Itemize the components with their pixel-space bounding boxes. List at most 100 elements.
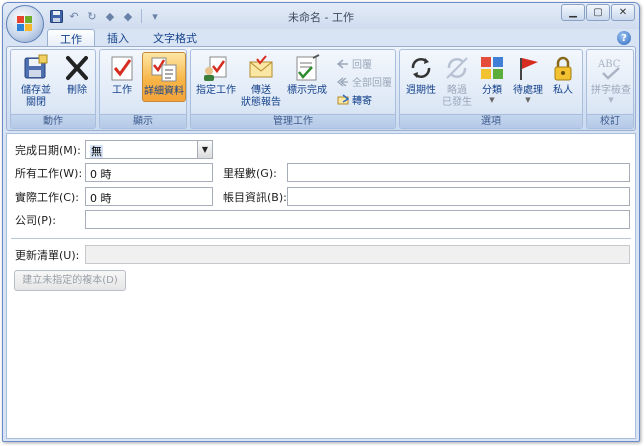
forward-label: 轉寄 (352, 96, 372, 107)
reply-icon (337, 58, 348, 69)
chevron-down-icon[interactable]: ▼ (197, 141, 212, 158)
ribbon: 儲存並 關閉 刪除 動作 工作 詳細資料 顯示 指定工作 傳送 狀態報告 標示完… (6, 46, 636, 131)
group-label-actions: 動作 (11, 114, 95, 128)
private-label: 私人 (553, 85, 573, 96)
follow-up-flag-icon (514, 54, 542, 82)
form-divider (11, 238, 631, 239)
update-list-label: 更新清單(U): (15, 249, 80, 262)
actual-work-label: 實際工作(C): (15, 191, 79, 204)
send-status-label: 傳送 狀態報告 (241, 85, 281, 108)
reply-button[interactable]: 回覆 (337, 56, 372, 71)
details-button[interactable]: 詳細資料 (142, 52, 186, 102)
quick-access-toolbar: ↶ ↻ ◆ ◆ ▾ (49, 8, 162, 24)
office-logo-icon (17, 16, 33, 32)
delete-label: 刪除 (67, 85, 87, 96)
tab-insert[interactable]: 插入 (95, 29, 141, 47)
total-work-label: 所有工作(W): (15, 167, 83, 180)
follow-up-button[interactable]: 待處理 ▼ (510, 54, 546, 104)
reply-all-label: 全部回覆 (352, 78, 392, 89)
recurrence-icon (407, 54, 435, 82)
down-icon[interactable]: ◆ (121, 9, 135, 23)
company-field[interactable] (85, 210, 630, 229)
mark-complete-icon (293, 54, 321, 82)
task-details-form: 完成日期(M): 無 ▼ 所有工作(W): 0 時 里程數(G): 實際工作(C… (6, 133, 636, 439)
redo-icon[interactable]: ↻ (85, 9, 99, 23)
assign-task-button[interactable]: 指定工作 (195, 54, 237, 97)
window-controls: ▁ ▢ ✕ (561, 4, 635, 21)
spelling-button[interactable]: ABC 拼字檢查 ▼ (589, 54, 633, 104)
mark-complete-label: 標示完成 (287, 85, 327, 96)
actual-work-field[interactable]: 0 時 (85, 187, 213, 206)
ribbon-tabs: 工作 插入 文字格式 (47, 29, 209, 47)
app-window: 未命名 - 工作 ↶ ↻ ◆ ◆ ▾ ▁ ▢ ✕ 工作 插入 文字格式 ? 儲存… (2, 2, 640, 442)
tab-format-text[interactable]: 文字格式 (141, 29, 209, 47)
update-list-field[interactable] (85, 245, 630, 264)
create-unassigned-copy-button[interactable]: 建立未指定的複本(D) (14, 270, 126, 291)
categorize-icon (478, 54, 506, 82)
group-proofing: ABC 拼字檢查 ▼ 校訂 (586, 49, 634, 129)
company-label: 公司(P): (15, 214, 56, 227)
qat-separator (141, 9, 142, 23)
date-completed-select[interactable]: 無 ▼ (85, 140, 213, 159)
help-icon[interactable]: ? (617, 31, 631, 45)
spelling-dropdown-icon: ▼ (608, 96, 614, 104)
minimize-button[interactable]: ▁ (561, 4, 585, 21)
lock-icon (549, 54, 577, 82)
private-button[interactable]: 私人 (546, 54, 580, 97)
save-icon[interactable] (49, 9, 63, 23)
delete-icon (63, 54, 91, 82)
mileage-label: 里程數(G): (223, 167, 277, 180)
skip-occurrence-button[interactable]: 略過 已發生 (440, 54, 474, 109)
skip-occurrence-icon (443, 54, 471, 82)
categorize-label: 分類 (482, 85, 502, 96)
assign-task-label: 指定工作 (196, 85, 236, 96)
total-work-field[interactable]: 0 時 (85, 163, 213, 182)
task-icon (108, 54, 136, 82)
mileage-field[interactable] (287, 163, 630, 182)
categorize-dropdown-icon: ▼ (489, 96, 495, 104)
follow-up-label: 待處理 (513, 85, 543, 96)
details-icon (150, 55, 178, 83)
forward-icon (337, 93, 349, 104)
details-label: 詳細資料 (144, 86, 184, 97)
date-completed-label: 完成日期(M): (15, 144, 81, 157)
undo-icon[interactable]: ↶ (67, 9, 81, 23)
mark-complete-button[interactable]: 標示完成 (285, 54, 329, 97)
save-close-icon (22, 54, 50, 82)
send-status-report-button[interactable]: 傳送 狀態報告 (239, 54, 283, 109)
group-label-proofing: 校訂 (587, 114, 633, 128)
group-label-show: 顯示 (100, 114, 186, 128)
office-button[interactable] (6, 5, 44, 43)
categorize-button[interactable]: 分類 ▼ (476, 54, 508, 104)
tab-task[interactable]: 工作 (47, 29, 95, 47)
group-manage-task: 指定工作 傳送 狀態報告 標示完成 回覆 全部回覆 轉寄 管理工作 (190, 49, 396, 129)
save-close-button[interactable]: 儲存並 關閉 (15, 54, 57, 109)
group-options: 週期性 略過 已發生 分類 ▼ 待處理 ▼ 私人 選項 (399, 49, 583, 129)
task-view-button[interactable]: 工作 (104, 54, 140, 97)
title-bar: 未命名 - 工作 ↶ ↻ ◆ ◆ ▾ ▁ ▢ ✕ (3, 3, 639, 29)
reply-all-icon (337, 76, 348, 87)
recurrence-button[interactable]: 週期性 (402, 54, 440, 97)
date-completed-value: 無 (90, 145, 103, 158)
spelling-check-icon: ABC (597, 54, 625, 82)
group-label-manage-task: 管理工作 (191, 114, 395, 128)
maximize-button[interactable]: ▢ (586, 4, 610, 21)
customize-icon[interactable]: ▾ (148, 9, 162, 23)
recurrence-label: 週期性 (406, 85, 436, 96)
reply-all-button[interactable]: 全部回覆 (337, 74, 392, 89)
delete-button[interactable]: 刪除 (59, 54, 95, 97)
follow-up-dropdown-icon: ▼ (525, 96, 531, 104)
up-icon[interactable]: ◆ (103, 9, 117, 23)
skip-occurrence-label: 略過 已發生 (442, 85, 472, 108)
billing-info-field[interactable] (287, 187, 630, 206)
group-actions: 儲存並 關閉 刪除 動作 (10, 49, 96, 129)
spelling-label: 拼字檢查 (591, 85, 631, 96)
group-label-options: 選項 (400, 114, 582, 128)
save-close-label: 儲存並 關閉 (21, 85, 51, 108)
forward-button[interactable]: 轉寄 (337, 92, 372, 107)
close-button[interactable]: ✕ (611, 4, 635, 21)
billing-info-label: 帳目資訊(B): (223, 191, 287, 204)
assign-task-icon (202, 54, 230, 82)
group-show: 工作 詳細資料 顯示 (99, 49, 187, 129)
reply-label: 回覆 (352, 60, 372, 71)
